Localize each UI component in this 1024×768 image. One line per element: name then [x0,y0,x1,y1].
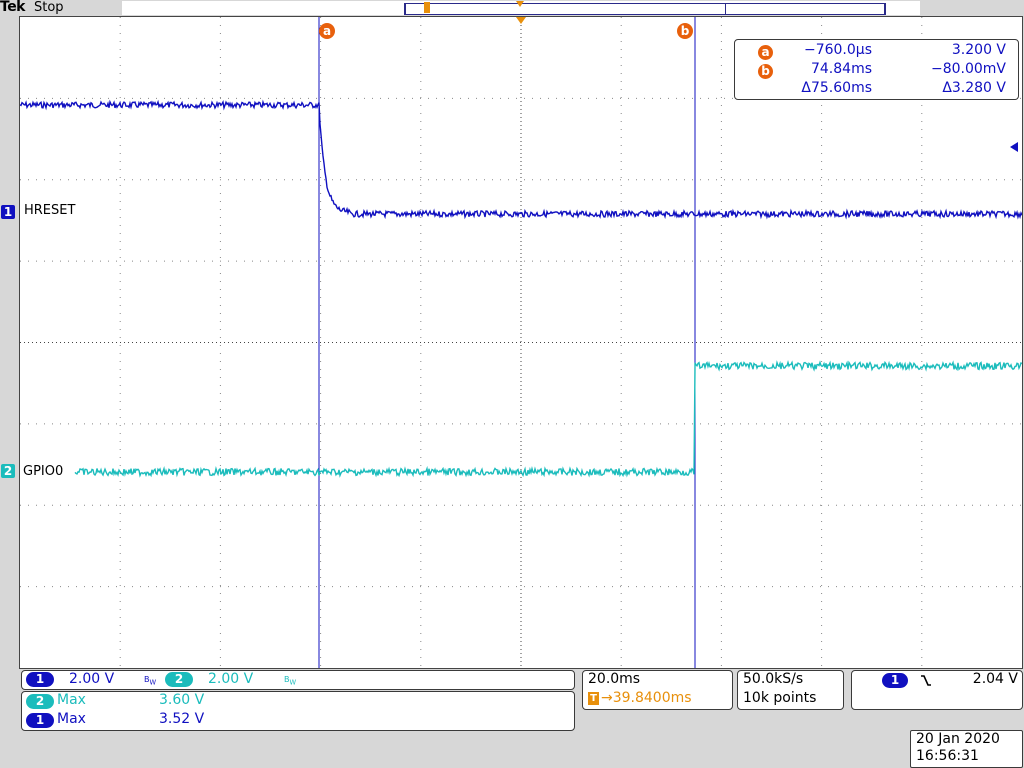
trigger-source-badge: 1 [882,673,908,688]
cursor-delta-time: Δ75.60ms [801,80,872,96]
ch2-bw-limit-icon: BW [284,675,297,687]
cursor-b-time: 74.84ms [810,61,872,77]
trigger-panel[interactable]: 1 2.04 V [851,670,1023,710]
meas1-value: 3.60 V [159,692,205,708]
sample-rate: 50.0kS/s [743,671,804,687]
meas2-type: Max [57,711,86,727]
trigger-time-marker-icon [516,17,526,24]
cursor-a-readout-badge: a [758,45,773,60]
ch2-scale: 2.00 V [208,671,254,687]
top-status-bar: Tek Stop [0,0,1024,17]
ch1-ground-marker[interactable]: 1 [1,205,15,219]
acquisition-state: Stop [34,0,64,15]
trigger-position-badge-icon: T [588,692,599,705]
cursor-a-badge[interactable]: a [319,23,335,39]
cursor-a-volt: 3.200 V [951,42,1006,58]
date-label: 20 Jan 2020 [916,731,1000,747]
meas2-channel-badge: 1 [26,713,54,728]
falling-edge-icon [921,675,931,686]
graticule-svg [20,17,1022,668]
ch2-waveform [74,360,1022,478]
cursor-b-badge[interactable]: b [677,23,693,39]
record-view-window[interactable] [404,3,886,15]
ch1-bw-limit-icon: BW [144,675,157,687]
meas2-value: 3.52 V [159,711,205,727]
cursor-b-readout-badge: b [758,64,773,79]
ch1-badge[interactable]: 1 [26,672,54,687]
measurements-panel[interactable]: 2 Max 3.60 V 1 Max 3.52 V [21,691,575,731]
meas1-channel-badge: 2 [26,694,54,709]
brand-label: Tek [0,0,26,15]
horizontal-panel[interactable]: 20.0ms T →39.8400ms [582,670,733,710]
ch1-name-label: HRESET [24,203,76,218]
horizontal-scale: 20.0ms [588,671,641,687]
cursor-a-time: −760.0µs [803,42,872,58]
vertical-scale-panel[interactable]: 1 2.00 V BW 2 2.00 V BW [21,670,575,690]
trigger-level-arrow-icon [1010,142,1018,152]
record-length-bar[interactable] [122,1,920,15]
cursor-readout-panel: a −760.0µs 3.200 V b 74.84ms −80.00mV Δ7… [734,39,1019,100]
horizontal-trigger-position: →39.8400ms [601,690,692,706]
datetime-panel: 20 Jan 2020 16:56:31 [910,730,1023,768]
waveform-display[interactable]: a b a −760.0µs 3.200 V b 74.84ms −80.00m… [19,16,1023,669]
acquisition-panel[interactable]: 50.0kS/s 10k points [737,670,844,710]
ch2-badge[interactable]: 2 [165,672,193,687]
record-points: 10k points [743,690,817,706]
trigger-level: 2.04 V [972,671,1018,687]
cursor-b-volt: −80.00mV [930,61,1006,77]
ch2-ground-marker[interactable]: 2 [1,464,15,478]
ch1-waveform [20,99,1022,220]
expansion-point-icon [516,1,524,7]
meas1-type: Max [57,692,86,708]
cursor-delta-volt: Δ3.280 V [942,80,1006,96]
time-label: 16:56:31 [916,748,979,764]
trigger-position-icon [424,2,430,13]
ch1-scale: 2.00 V [69,671,115,687]
ch2-name-label: GPIO0 [23,464,64,479]
